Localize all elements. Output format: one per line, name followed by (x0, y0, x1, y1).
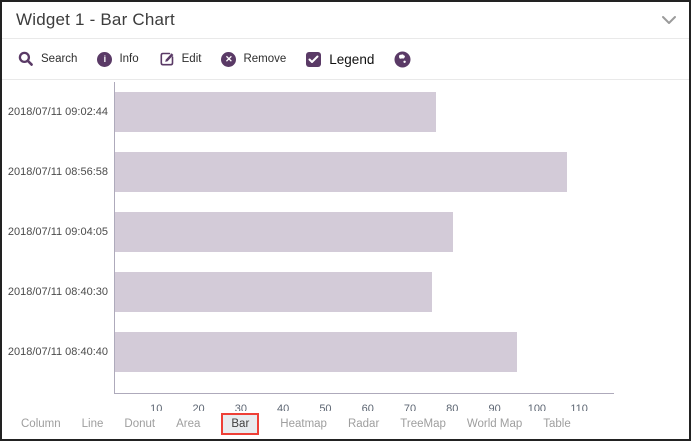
tab-world-map[interactable]: World Map (467, 418, 522, 430)
info-label: Info (119, 53, 138, 65)
legend-label: Legend (329, 52, 374, 67)
y-axis-label: 2018/07/11 08:40:30 (2, 286, 108, 298)
chart-rows: 2018/07/11 09:02:44 2018/07/11 08:56:58 20… (2, 82, 689, 382)
chart-type-tabbar: Column Line Donut Area Bar Heatmap Radar TreeMa… (2, 411, 689, 437)
search-icon (18, 51, 34, 67)
bar-track (115, 92, 689, 132)
remove-label: Remove (243, 53, 286, 65)
remove-button[interactable]: ✕ Remove (221, 52, 286, 67)
search-button[interactable]: Search (18, 51, 77, 67)
tab-treemap[interactable]: TreeMap (400, 418, 446, 430)
info-button[interactable]: i Info (97, 52, 138, 67)
bar-chart: 2018/07/11 09:02:44 2018/07/11 08:56:58 20… (2, 80, 689, 411)
y-axis-label: 2018/07/11 08:40:40 (2, 346, 108, 358)
x-tick-label: 20 (192, 403, 204, 411)
x-tick-label: 50 (319, 403, 331, 411)
edit-button[interactable]: Edit (159, 51, 202, 67)
chart-row: 2018/07/11 08:56:58 (2, 142, 689, 202)
info-icon: i (97, 52, 112, 67)
tab-bar[interactable]: Bar (221, 413, 259, 435)
bar-track (115, 152, 689, 192)
tab-donut[interactable]: Donut (124, 418, 155, 430)
x-tick-label: 90 (488, 403, 500, 411)
y-axis-label: 2018/07/11 09:04:05 (2, 226, 108, 238)
bar[interactable] (115, 92, 436, 132)
chart-row: 2018/07/11 09:04:05 (2, 202, 689, 262)
chart-row: 2018/07/11 08:40:30 (2, 262, 689, 322)
chevron-down-icon[interactable] (661, 15, 677, 25)
page-title: Widget 1 - Bar Chart (16, 10, 175, 30)
legend-checkbox[interactable] (306, 52, 321, 67)
tab-area[interactable]: Area (176, 418, 200, 430)
search-label: Search (41, 53, 77, 65)
edit-icon (159, 51, 175, 67)
y-axis-label: 2018/07/11 09:02:44 (2, 106, 108, 118)
bar-track (115, 332, 689, 372)
y-axis-label: 2018/07/11 08:56:58 (2, 166, 108, 178)
bar[interactable] (115, 272, 432, 312)
x-tick-label: 10 (150, 403, 162, 411)
x-tick-label: 40 (277, 403, 289, 411)
globe-icon (394, 51, 411, 68)
tab-table[interactable]: Table (543, 418, 571, 430)
x-tick-label: 110 (570, 403, 588, 411)
x-tick-label: 100 (528, 403, 546, 411)
x-tick-label: 70 (404, 403, 416, 411)
x-tick-label: 60 (362, 403, 374, 411)
widget-window: Widget 1 - Bar Chart Search i Info (0, 0, 691, 441)
edit-label: Edit (182, 53, 202, 65)
x-tick-label: 80 (446, 403, 458, 411)
remove-icon: ✕ (221, 52, 236, 67)
tab-column[interactable]: Column (21, 418, 61, 430)
chart-row: 2018/07/11 09:02:44 (2, 82, 689, 142)
bar[interactable] (115, 332, 517, 372)
legend-toggle[interactable]: Legend (306, 52, 374, 67)
bar-track (115, 272, 689, 312)
y-axis-line (114, 82, 115, 393)
x-tick-label: 30 (235, 403, 247, 411)
title-bar: Widget 1 - Bar Chart (2, 2, 689, 39)
x-axis-line (114, 393, 614, 394)
globe-button[interactable] (394, 51, 411, 68)
tab-heatmap[interactable]: Heatmap (280, 418, 327, 430)
bar[interactable] (115, 212, 453, 252)
bar[interactable] (115, 152, 567, 192)
bar-track (115, 212, 689, 252)
toolbar: Search i Info Edit ✕ Remove (2, 39, 689, 80)
tab-radar[interactable]: Radar (348, 418, 379, 430)
chart-row: 2018/07/11 08:40:40 (2, 322, 689, 382)
tab-line[interactable]: Line (82, 418, 104, 430)
